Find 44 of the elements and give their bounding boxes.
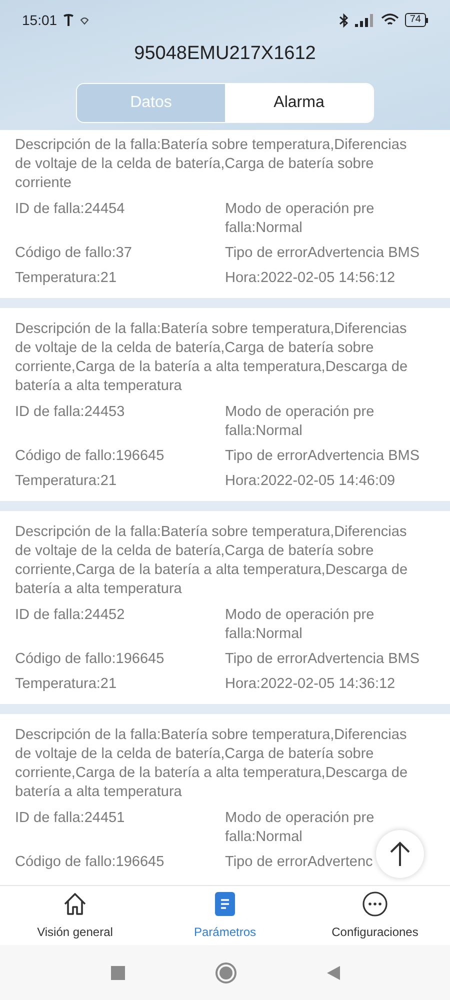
fault-description: Descripción de la falla:Batería sobre temperatura,Diferencias de voltaje de la celda de batería,Carga de batería sobre corriente,Carga de la batería a alta temperatura,Descarga de batería a alta temperatura — [15, 726, 409, 802]
alarm-field: Código de fallo:196645 — [15, 650, 164, 669]
alarm-field: Hora:2022-02-05 14:46:09 — [225, 472, 396, 491]
home-button-icon[interactable] — [214, 962, 236, 984]
status-time: 15:01 — [22, 10, 58, 30]
alarm-field: Temperatura:21 — [15, 269, 117, 288]
alarm-field: Código de fallo:196645 — [15, 853, 164, 872]
alarm-field: Tipo de errorAdvertenc — [225, 853, 373, 872]
alarm-field: Modo de operación pre falla:Normal — [225, 606, 425, 644]
arrow-up-icon — [389, 841, 411, 867]
alarm-field: Temperatura:21 — [15, 675, 117, 694]
tab[interactable]: Alarma — [225, 84, 373, 122]
fault-description: Descripción de la falla:Batería sobre temperatura,Diferencias de voltaje de la celda de batería,Carga de batería sobre corriente,Carga de la batería a alta temperatura,Descarga de batería a alta temperatura — [15, 523, 409, 599]
bluetooth-icon — [338, 12, 349, 28]
alarm-field: Hora:2022-02-05 14:36:12 — [225, 675, 396, 694]
alarm-field: Modo de operación pre falla:Normal — [225, 403, 425, 441]
alarm-field: Código de fallo:37 — [15, 244, 132, 263]
page-title: 95048EMU217X1612 — [134, 42, 316, 66]
home-icon — [63, 892, 87, 916]
alarm-field: Tipo de errorAdvertencia BMS — [225, 447, 420, 466]
nav-tab[interactable]: Configuraciones — [300, 886, 450, 945]
alarm-field: ID de falla:24453 — [15, 403, 125, 441]
wifi-icon — [380, 13, 399, 27]
more-icon — [362, 890, 388, 916]
nav-tab[interactable]: Parámetros — [150, 886, 300, 945]
fault-description: Descripción de la falla:Batería sobre temperatura,Diferencias de voltaje de la celda de batería,Carga de batería sobre corriente — [15, 136, 408, 193]
battery-icon: 74 — [404, 13, 428, 27]
document-icon — [215, 892, 235, 916]
alarm-field: Tipo de errorAdvertencia BMS — [225, 244, 420, 263]
signal-icon — [354, 14, 375, 26]
antenna-icon — [63, 14, 74, 26]
alarm-field: Temperatura:21 — [15, 472, 117, 491]
alarm-field: ID de falla:24452 — [15, 606, 125, 644]
recent-apps-icon[interactable] — [110, 966, 124, 980]
alarm-field: ID de falla:24454 — [15, 200, 125, 238]
alarm-field: Hora:2022-02-05 14:56:12 — [225, 269, 396, 288]
alarm-field: Tipo de errorAdvertencia BMS — [225, 650, 420, 669]
fault-description: Descripción de la falla:Batería sobre temperatura,Diferencias de voltaje de la celda de batería,Carga de batería sobre corriente,Carga de la batería a alta temperatura,Descarga de batería a alta temperatura — [15, 320, 409, 396]
back-icon[interactable] — [326, 966, 340, 980]
alarm-field: ID de falla:24451 — [15, 809, 125, 847]
alarm-field: Modo de operación pre falla:Normal — [225, 809, 425, 847]
alarm-field: Código de fallo:196645 — [15, 447, 164, 466]
nav-tab[interactable]: Visión general — [0, 886, 150, 945]
alarm-field: Modo de operación pre falla:Normal — [225, 200, 425, 238]
